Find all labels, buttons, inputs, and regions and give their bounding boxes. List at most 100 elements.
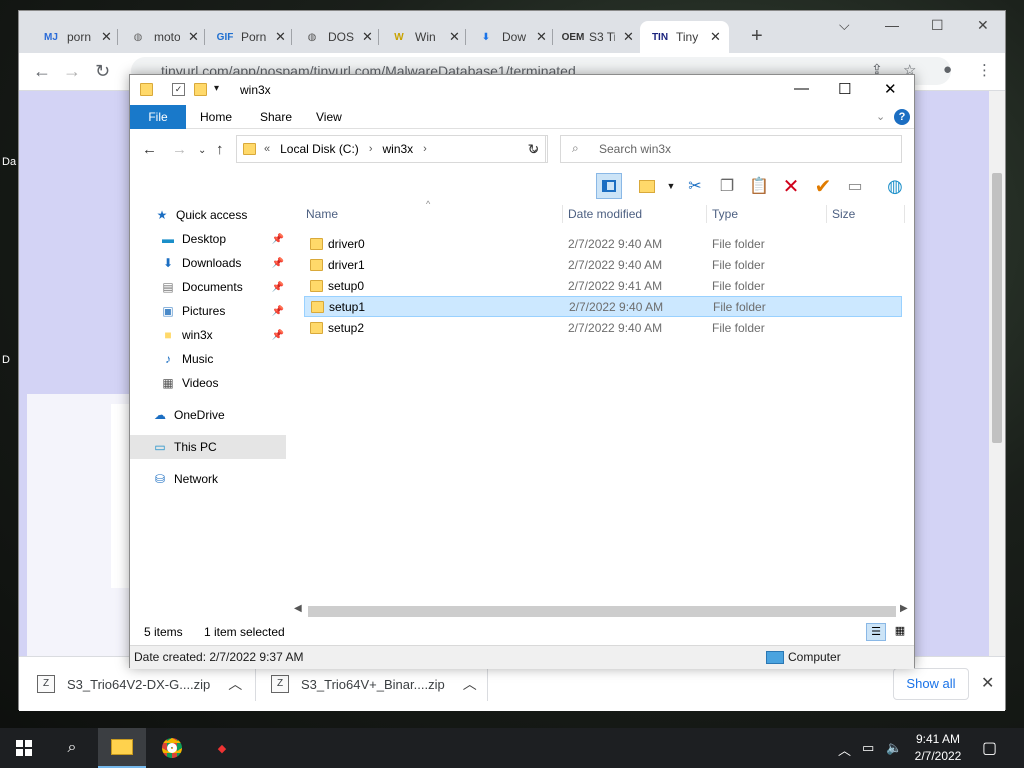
properties-icon[interactable]: ▭	[842, 173, 868, 199]
pin-icon[interactable]: 📌	[272, 282, 284, 293]
clock[interactable]: 9:41 AM 2/7/2022	[908, 731, 968, 765]
close-button[interactable]: ✕	[884, 80, 897, 98]
refresh-button[interactable]: ↻	[520, 135, 548, 163]
nav-item-music[interactable]: ♪ Music	[130, 347, 286, 371]
nav-item-onedrive[interactable]: ☁ OneDrive	[130, 403, 286, 427]
browser-tab[interactable]: ◍ DOS ✕	[292, 21, 381, 53]
close-tab-icon[interactable]: ✕	[449, 29, 460, 45]
paste-icon[interactable]: 📋	[746, 173, 772, 199]
tab-search-icon[interactable]: ⌵	[839, 17, 850, 34]
browser-tab[interactable]: W Win ✕	[379, 21, 468, 53]
nav-item-quick-access[interactable]: ★ Quick access	[130, 203, 286, 227]
pin-icon[interactable]: 📌	[272, 234, 284, 245]
ribbon-tab-home[interactable]: Home	[186, 105, 246, 129]
network-icon[interactable]: ▭	[862, 740, 874, 756]
nav-item-downloads[interactable]: ⬇ Downloads 📌	[130, 251, 286, 275]
file-explorer-taskbar-icon[interactable]	[98, 728, 146, 768]
scroll-right-icon[interactable]: ▶	[900, 603, 908, 614]
properties-icon[interactable]: ✓	[172, 83, 185, 96]
back-arrow-icon[interactable]: ←	[142, 141, 157, 158]
nav-item-desktop[interactable]: ▬ Desktop 📌	[130, 227, 286, 251]
table-row[interactable]: setup0 2/7/2022 9:41 AM File folder	[304, 275, 902, 296]
start-button[interactable]	[0, 728, 48, 768]
chevron-up-icon[interactable]: ︿	[463, 674, 477, 694]
nav-item-pictures[interactable]: ▣ Pictures 📌	[130, 299, 286, 323]
chevron-right-icon[interactable]: ›	[423, 143, 427, 155]
ribbon-tab-view[interactable]: View	[302, 105, 356, 129]
show-all-button[interactable]: Show all	[893, 668, 969, 700]
delete-icon[interactable]: ✕	[778, 173, 804, 199]
close-window-button[interactable]: ✕	[977, 17, 989, 34]
nav-item-win3x[interactable]: ■ win3x 📌	[130, 323, 286, 347]
maximize-button[interactable]: ☐	[931, 17, 944, 34]
breadcrumb[interactable]: « Local Disk (C:) › win3x › ⌄	[236, 135, 546, 163]
menu-icon[interactable]: ⋮	[977, 61, 992, 79]
close-download-bar-icon[interactable]: ✕	[981, 673, 994, 693]
scroll-left-icon[interactable]: ◀	[294, 603, 302, 614]
close-tab-icon[interactable]: ✕	[536, 29, 547, 45]
page-scrollbar[interactable]	[989, 91, 1005, 656]
chrome-taskbar-icon[interactable]	[148, 728, 196, 768]
desktop-icon-label[interactable]: Da	[2, 156, 16, 168]
profile-icon[interactable]: ●	[943, 61, 952, 78]
nav-item-network[interactable]: ⛁ Network	[130, 467, 286, 491]
expand-ribbon-icon[interactable]: ⌄	[876, 110, 885, 123]
scrollbar-thumb[interactable]	[992, 173, 1002, 443]
new-tab-button[interactable]: +	[751, 25, 763, 48]
app-taskbar-icon[interactable]: ◆	[198, 728, 246, 768]
nav-item-this-pc[interactable]: ▭ This PC	[130, 435, 286, 459]
large-icons-view-icon[interactable]: ▦	[890, 623, 910, 641]
volume-icon[interactable]: 🔈	[886, 740, 902, 756]
browser-tab[interactable]: MJ porn ✕	[31, 21, 120, 53]
column-name[interactable]: Name	[300, 203, 338, 225]
pin-icon[interactable]: 📌	[272, 330, 284, 341]
close-tab-icon[interactable]: ✕	[710, 29, 721, 45]
new-folder-icon[interactable]	[194, 83, 207, 96]
back-button[interactable]: ←	[33, 61, 51, 82]
search-icon[interactable]: ⌕	[48, 728, 96, 768]
breadcrumb-item[interactable]: win3x	[382, 142, 413, 156]
copy-icon[interactable]: ❐	[714, 173, 740, 199]
customize-toolbar-icon[interactable]: ▾	[214, 83, 227, 96]
ribbon-tab-share[interactable]: Share	[246, 105, 306, 129]
breadcrumb-item[interactable]: Local Disk (C:)	[280, 142, 359, 156]
browser-tab[interactable]: ⬇ Dow ✕	[466, 21, 555, 53]
cut-icon[interactable]: ✂	[682, 173, 708, 199]
dropdown-arrow-icon[interactable]: ▼	[658, 173, 684, 199]
chevron-up-icon[interactable]: ︿	[228, 674, 242, 694]
preview-pane-icon[interactable]	[596, 173, 622, 199]
table-row[interactable]: setup1 2/7/2022 9:40 AM File folder	[304, 296, 902, 317]
details-view-icon[interactable]: ☰	[866, 623, 886, 641]
notifications-icon[interactable]: ▢	[982, 738, 997, 758]
maximize-button[interactable]: ☐	[838, 80, 851, 98]
table-row[interactable]: setup2 2/7/2022 9:40 AM File folder	[304, 317, 902, 338]
breadcrumb-overflow-icon[interactable]: «	[264, 143, 270, 155]
desktop-icon-label[interactable]: D	[2, 354, 10, 366]
column-size[interactable]: Size	[826, 203, 855, 225]
table-row[interactable]: driver1 2/7/2022 9:40 AM File folder	[304, 254, 902, 275]
up-arrow-icon[interactable]: ↑	[216, 141, 224, 158]
pin-icon[interactable]: 📌	[272, 258, 284, 269]
close-tab-icon[interactable]: ✕	[275, 29, 286, 45]
horizontal-scrollbar[interactable]: ◀ ▶	[292, 603, 912, 619]
browser-tab[interactable]: ◍ moto ✕	[118, 21, 207, 53]
table-row[interactable]: driver0 2/7/2022 9:40 AM File folder	[304, 233, 902, 254]
scrollbar-thumb[interactable]	[308, 606, 896, 617]
help-icon[interactable]: ?	[894, 109, 910, 125]
chevron-right-icon[interactable]: ›	[369, 143, 373, 155]
close-tab-icon[interactable]: ✕	[623, 29, 634, 45]
browser-tab[interactable]: TIN Tiny ✕	[640, 21, 729, 53]
minimize-button[interactable]: —	[885, 17, 899, 33]
browser-tab[interactable]: OEM S3 Ti ✕	[553, 21, 642, 53]
column-date-modified[interactable]: Date modified	[562, 203, 642, 225]
forward-button[interactable]: →	[63, 61, 81, 82]
globe-icon[interactable]: ◍	[882, 173, 908, 199]
search-input[interactable]: Search win3x	[560, 135, 902, 163]
nav-item-documents[interactable]: ▤ Documents 📌	[130, 275, 286, 299]
browser-tab[interactable]: GIF Porn ✕	[205, 21, 294, 53]
column-type[interactable]: Type	[706, 203, 738, 225]
close-tab-icon[interactable]: ✕	[101, 29, 112, 45]
forward-arrow-icon[interactable]: →	[172, 141, 187, 158]
new-folder-icon[interactable]	[634, 173, 660, 199]
minimize-button[interactable]: —	[794, 80, 809, 97]
